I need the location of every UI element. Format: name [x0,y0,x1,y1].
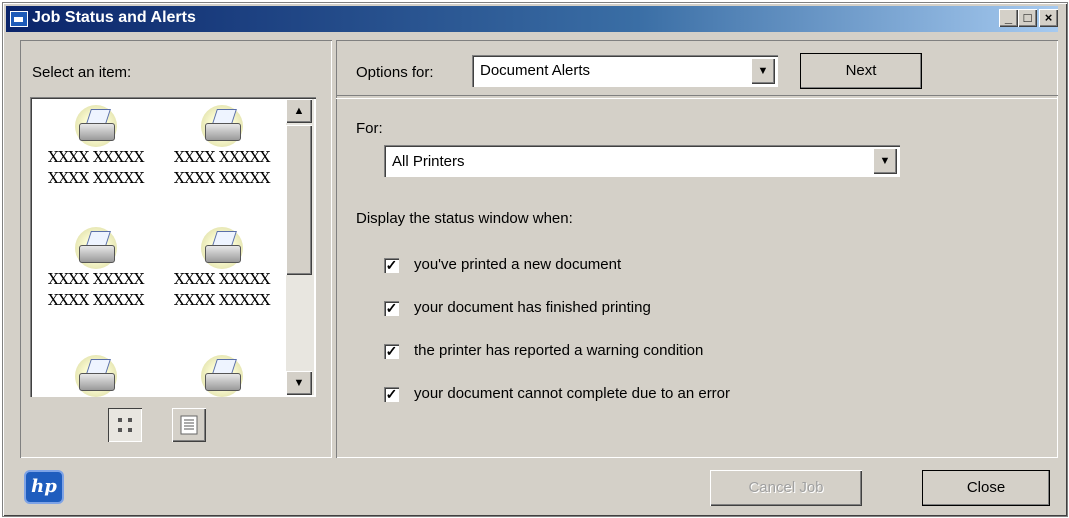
options-separator [336,95,1058,99]
details-view-button[interactable] [172,408,206,442]
checkbox-checked-icon[interactable]: ✓ [384,387,399,402]
checkbox-label: your document has finished printing [414,299,651,316]
options-for-dropdown[interactable]: Document Alerts ▼ [472,55,778,87]
for-label: For: [356,120,383,137]
maximize-button[interactable]: □ [1018,9,1037,27]
item-label-line1: XXXX XXXXX [174,148,270,166]
app-icon [10,11,28,27]
scroll-up-icon[interactable]: ▲ [286,99,312,123]
item-label-line2: XXXX XXXXX [48,169,144,187]
checkbox-checked-icon[interactable]: ✓ [384,258,399,273]
next-button[interactable]: Next [800,53,922,89]
chevron-down-icon[interactable]: ▼ [751,58,775,84]
printer-list[interactable]: XXXX XXXXX XXXX XXXXX XXXX XXXXX XXXX XX… [30,97,316,397]
item-label-line1: XXXX XXXXX [48,148,144,166]
options-for-value: Document Alerts [480,62,591,79]
checkbox-label: your document cannot complete due to an … [414,385,731,402]
list-item[interactable]: XXXX XXXXX XXXX XXXXX [36,225,156,311]
select-item-label: Select an item: [32,64,132,81]
checkbox-label: you've printed a new document [414,256,622,273]
title-bar[interactable]: Job Status and Alerts _ □ × [6,6,1058,32]
cancel-job-button[interactable]: Cancel Job [710,470,862,506]
item-label-line1: XXXX XXXXX [174,270,270,288]
close-button[interactable]: Close [922,470,1050,506]
printer-icon [71,225,121,269]
list-scrollbar[interactable]: ▲ ▼ [286,99,314,395]
list-item[interactable]: XXXX XXXXX XXXX XXXXX [162,225,282,311]
large-icons-view-button[interactable] [108,408,142,442]
close-window-button[interactable]: × [1039,9,1058,27]
item-label-line2: XXXX XXXXX [174,169,270,187]
printer-icon [71,103,121,147]
minimize-button[interactable]: _ [999,9,1018,27]
item-label-line2: XXXX XXXXX [48,291,144,309]
hp-logo: hp [24,470,64,504]
checkbox-checked-icon[interactable]: ✓ [384,344,399,359]
checkbox-checked-icon[interactable]: ✓ [384,301,399,316]
display-status-label: Display the status window when: [356,210,573,227]
window-title: Job Status and Alerts [32,9,196,26]
list-item[interactable]: XXXX XXXXX XXXX XXXXX [36,103,156,189]
checkbox-label: the printer has reported a warning condi… [414,342,704,359]
list-item[interactable]: XXXX XXXXX XXXX XXXXX [162,103,282,189]
item-label-line1: XXXX XXXXX [48,270,144,288]
list-item[interactable] [36,353,156,397]
large-icons-icon [118,418,132,432]
scroll-thumb[interactable] [286,125,312,275]
printer-icon [197,353,247,397]
list-view-icon [180,415,198,435]
scroll-down-icon[interactable]: ▼ [286,371,312,395]
list-item[interactable] [162,353,282,397]
printer-dropdown-value: All Printers [392,153,465,170]
chevron-down-icon[interactable]: ▼ [873,148,897,174]
printer-icon [197,225,247,269]
item-label-line2: XXXX XXXXX [174,291,270,309]
printer-icon [71,353,121,397]
printer-icon [197,103,247,147]
options-for-label: Options for: [356,64,434,81]
printer-dropdown[interactable]: All Printers ▼ [384,145,900,177]
